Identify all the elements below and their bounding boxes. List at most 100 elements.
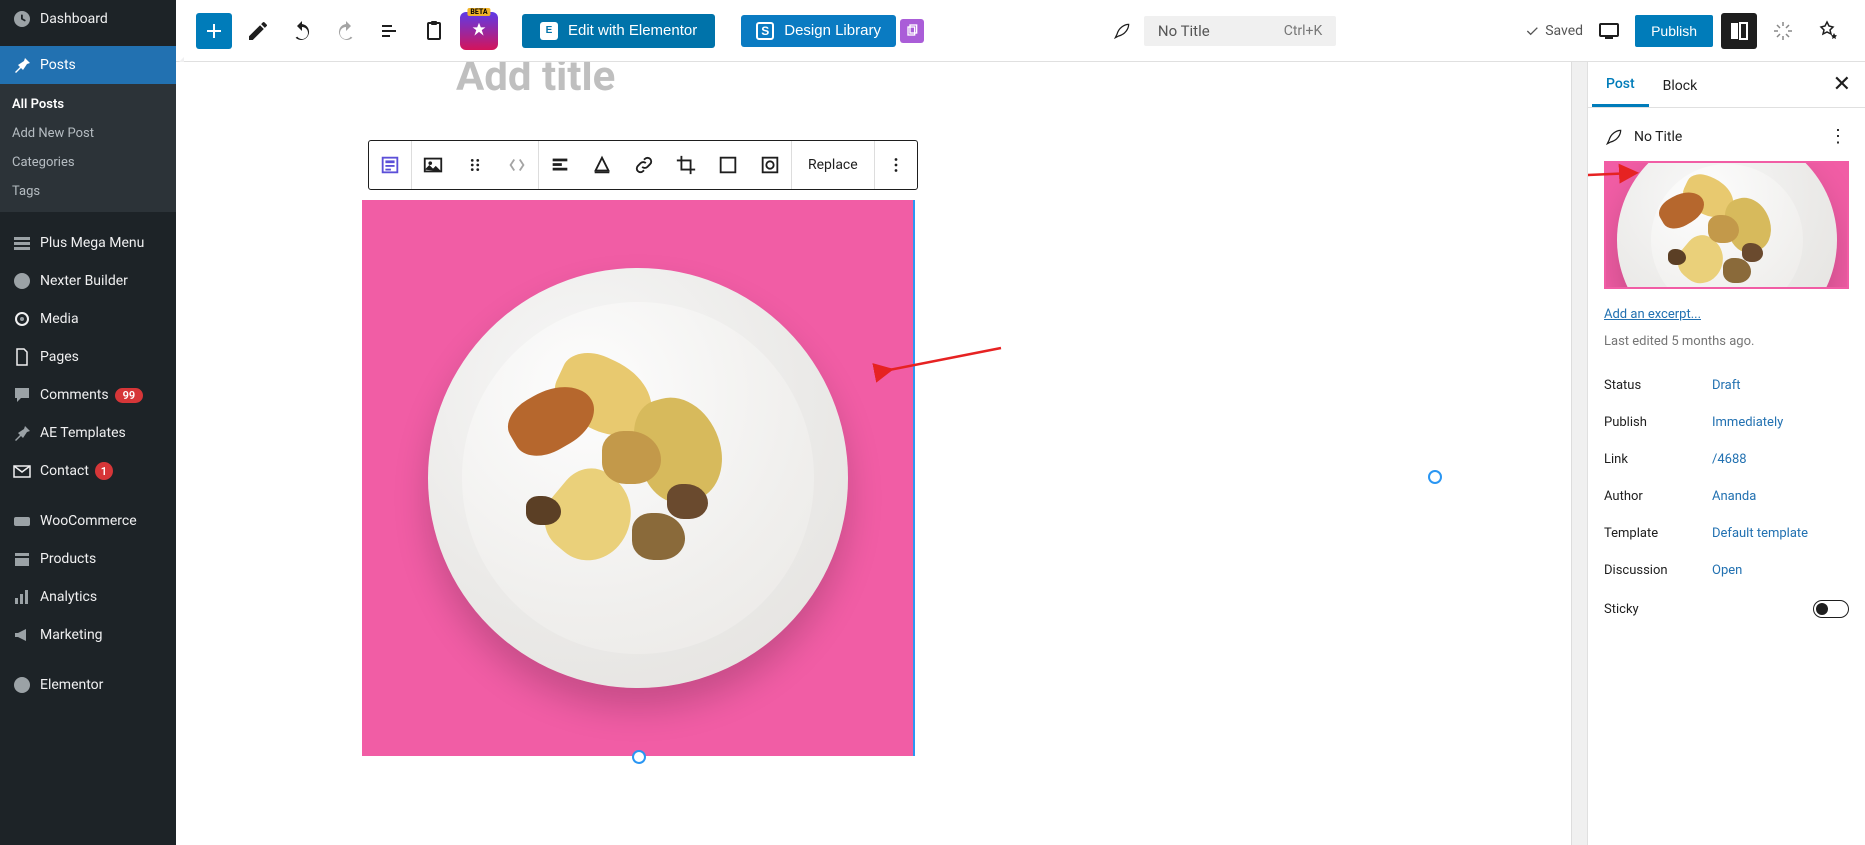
elementor-icon [12,675,32,695]
redo-button[interactable] [328,13,364,49]
crop-button[interactable] [665,141,707,189]
resize-handle[interactable] [632,750,646,764]
discussion-value[interactable]: Open [1712,563,1742,578]
tab-block[interactable]: Block [1649,64,1712,106]
block-type-icon[interactable] [369,141,411,189]
sidebar-item-products[interactable]: Products [0,540,176,578]
link-button[interactable] [623,141,665,189]
topbar-title-text: No Title [1158,22,1210,40]
editor-body: Add title [176,62,1865,845]
beta-icon[interactable] [460,12,498,50]
contact-badge: 1 [95,462,113,480]
submenu-all-posts[interactable]: All Posts [0,90,176,119]
sidebar-item-dashboard[interactable]: Dashboard [0,0,176,38]
undo-button[interactable] [284,13,320,49]
add-excerpt-link[interactable]: Add an excerpt... [1604,307,1849,322]
sidebar-item-elementor[interactable]: Elementor [0,666,176,704]
post-title-launcher[interactable]: No Title Ctrl+K [1144,16,1336,46]
library-icon: S [756,22,774,40]
discussion-label: Discussion [1604,563,1712,578]
library-copy-icon[interactable] [900,19,924,43]
editor-canvas[interactable]: Add title [176,62,1571,845]
link-label: Link [1604,452,1712,467]
options-button[interactable] [1809,13,1845,49]
sidebar-item-posts[interactable]: Posts [0,46,176,84]
settings-tabs: Post Block ✕ [1588,62,1865,108]
title-placeholder[interactable]: Add title [176,62,615,101]
list-view-button[interactable] [372,13,408,49]
nexter-builder-label: Nexter Builder [40,273,128,289]
align-button[interactable] [539,141,581,189]
replace-button[interactable]: Replace [792,157,874,173]
comment-icon [12,385,32,405]
pin-icon [12,55,32,75]
publish-button[interactable]: Publish [1635,15,1713,47]
image-block-icon[interactable] [412,141,454,189]
saved-label: Saved [1545,23,1583,39]
analytics-icon [12,587,32,607]
sticky-toggle[interactable] [1813,600,1849,618]
plugin-button[interactable] [1765,13,1801,49]
edit-with-elementor-button[interactable]: E Edit with Elementor [522,14,715,48]
ae-templates-label: AE Templates [40,425,126,441]
text-overlay-button[interactable] [707,141,749,189]
submenu-tags[interactable]: Tags [0,177,176,206]
food-image [428,268,848,688]
sidebar-item-comments[interactable]: Comments 99 [0,376,176,414]
sidebar-item-nexter-builder[interactable]: Nexter Builder [0,262,176,300]
sidebar-item-plus-mega-menu[interactable]: Plus Mega Menu [0,224,176,262]
design-library-button[interactable]: S Design Library [741,15,896,47]
add-block-button[interactable] [196,13,232,49]
pin-icon [12,423,32,443]
settings-post-title: No Title [1634,129,1682,145]
design-library-label: Design Library [784,22,881,39]
admin-sidebar: Dashboard Posts All Posts Add New Post C… [0,0,176,845]
caption-button[interactable] [581,141,623,189]
sidebar-item-woocommerce[interactable]: WooCommerce [0,502,176,540]
dashboard-icon [12,9,32,29]
post-actions-icon[interactable]: ⋮ [1829,126,1849,147]
block-toolbar: Replace [368,140,918,190]
sidebar-item-pages[interactable]: Pages [0,338,176,376]
meta-row-author: Author Ananda [1604,478,1849,515]
preview-button[interactable] [1591,13,1627,49]
drag-handle-icon[interactable] [454,141,496,189]
sidebar-item-contact[interactable]: Contact 1 [0,452,176,490]
saved-indicator: Saved [1524,23,1583,39]
alert-icon [12,271,32,291]
image-block[interactable] [362,200,915,756]
comments-badge: 99 [115,388,144,403]
shortcut-hint: Ctrl+K [1284,23,1323,39]
submenu-add-new-post[interactable]: Add New Post [0,119,176,148]
elementor-logo-icon: E [540,22,558,40]
woo-icon [12,511,32,531]
pages-label: Pages [40,349,79,365]
clipboard-button[interactable] [416,13,452,49]
sidebar-item-marketing[interactable]: Marketing [0,616,176,654]
settings-toggle-button[interactable] [1721,13,1757,49]
submenu-categories[interactable]: Categories [0,148,176,177]
close-settings-button[interactable]: ✕ [1823,64,1861,106]
template-value[interactable]: Default template [1712,526,1808,541]
link-value[interactable]: /4688 [1712,452,1747,467]
vertical-scrollbar[interactable] [1571,62,1587,845]
publish-value[interactable]: Immediately [1712,415,1783,430]
post-title-row: No Title ⋮ [1604,120,1849,161]
author-value[interactable]: Ananda [1712,489,1756,504]
edit-button[interactable] [240,13,276,49]
sidebar-item-ae-templates[interactable]: AE Templates [0,414,176,452]
media-icon [12,309,32,329]
products-label: Products [40,551,96,567]
status-value[interactable]: Draft [1712,378,1741,393]
products-icon [12,549,32,569]
analytics-label: Analytics [40,589,97,605]
sidebar-item-media[interactable]: Media [0,300,176,338]
contact-label: Contact [40,463,89,479]
comments-label: Comments [40,387,109,403]
resize-handle-right[interactable] [1428,470,1442,484]
duotone-button[interactable] [749,141,791,189]
tab-post[interactable]: Post [1592,62,1649,107]
sidebar-item-analytics[interactable]: Analytics [0,578,176,616]
more-options-button[interactable] [875,141,917,189]
move-arrows-icon[interactable] [496,141,538,189]
